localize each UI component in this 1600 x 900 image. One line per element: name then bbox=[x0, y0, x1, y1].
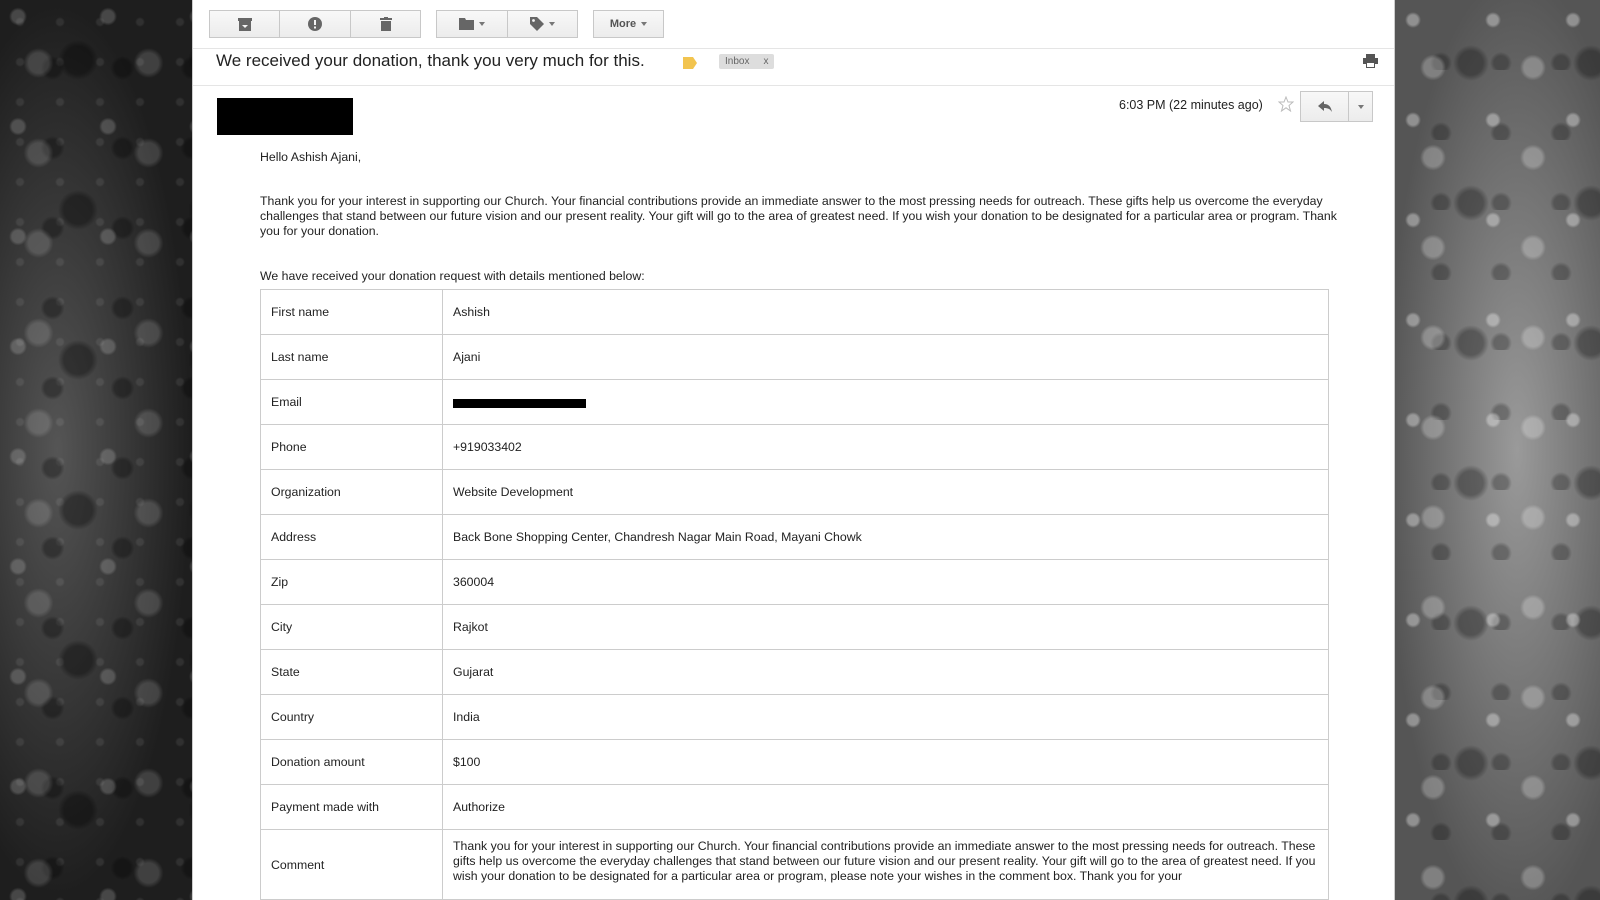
field-value: Ashish bbox=[442, 289, 1329, 335]
table-row: Last name Ajani bbox=[260, 334, 1329, 380]
field-value: 360004 bbox=[442, 559, 1329, 605]
email-redacted bbox=[453, 399, 586, 408]
field-label: State bbox=[260, 649, 443, 695]
field-value: Gujarat bbox=[442, 649, 1329, 695]
field-label: Donation amount bbox=[260, 739, 443, 785]
print-icon[interactable] bbox=[1363, 54, 1378, 68]
table-row: Donation amount $100 bbox=[260, 739, 1329, 785]
field-label: City bbox=[260, 604, 443, 650]
email-view: More We received your donation, thank yo… bbox=[192, 0, 1395, 900]
body-paragraph-1: Thank you for your interest in supportin… bbox=[260, 194, 1337, 238]
greeting: Hello Ashish Ajani, bbox=[260, 150, 362, 164]
field-value: Website Development bbox=[442, 469, 1329, 515]
message-timestamp: 6:03 PM (22 minutes ago) bbox=[1119, 98, 1263, 112]
field-label: First name bbox=[260, 289, 443, 335]
folder-icon bbox=[459, 18, 474, 30]
table-row: Address Back Bone Shopping Center, Chandr… bbox=[260, 514, 1329, 560]
field-label: Comment bbox=[260, 829, 443, 900]
email-value[interactable] bbox=[442, 379, 1329, 425]
table-row: Comment Thank you for your interest in su… bbox=[260, 829, 1329, 900]
table-row: Organization Website Development bbox=[260, 469, 1329, 515]
field-label: Email bbox=[260, 379, 443, 425]
table-row: First name Ashish bbox=[260, 289, 1329, 335]
field-value: Ajani bbox=[442, 334, 1329, 380]
field-value: Thank you for your interest in supportin… bbox=[442, 829, 1329, 900]
more-label: More bbox=[609, 18, 637, 30]
field-value: Rajkot bbox=[442, 604, 1329, 650]
star-icon[interactable] bbox=[1278, 96, 1294, 112]
field-label: Payment made with bbox=[260, 784, 443, 830]
field-value: +919033402 bbox=[442, 424, 1329, 470]
inbox-label-chip[interactable]: Inbox x bbox=[719, 54, 775, 69]
remove-label-button[interactable]: x bbox=[763, 56, 768, 67]
field-label: Organization bbox=[260, 469, 443, 515]
field-value: India bbox=[442, 694, 1329, 740]
table-row: State Gujarat bbox=[260, 649, 1329, 695]
donation-details-table: First name Ashish Last name Ajani Email Ph… bbox=[260, 289, 1329, 900]
background-right bbox=[1393, 0, 1600, 900]
reply-button[interactable] bbox=[1300, 91, 1349, 122]
chevron-down-icon bbox=[1357, 104, 1364, 109]
table-row: Phone +919033402 bbox=[260, 424, 1329, 470]
inbox-label-text: Inbox bbox=[725, 56, 750, 67]
message-subject: We received your donation, thank you ver… bbox=[216, 51, 645, 70]
table-row: Zip 360004 bbox=[260, 559, 1329, 605]
reply-icon bbox=[1317, 100, 1332, 112]
field-label: Country bbox=[260, 694, 443, 740]
more-button[interactable]: More bbox=[593, 10, 664, 38]
trash-icon bbox=[379, 17, 392, 31]
delete-button[interactable] bbox=[350, 10, 421, 38]
important-marker-icon[interactable] bbox=[683, 57, 697, 69]
report-spam-button[interactable] bbox=[279, 10, 351, 38]
field-value: $100 bbox=[442, 739, 1329, 785]
field-label: Zip bbox=[260, 559, 443, 605]
labels-button[interactable] bbox=[507, 10, 578, 38]
field-value: Back Bone Shopping Center, Chandresh Nag… bbox=[442, 514, 1329, 560]
table-row: Email bbox=[260, 379, 1329, 425]
message-more-button[interactable] bbox=[1348, 91, 1373, 122]
archive-icon bbox=[237, 17, 252, 31]
table-row: Payment made with Authorize bbox=[260, 784, 1329, 830]
field-value: Authorize bbox=[442, 784, 1329, 830]
table-row: Country India bbox=[260, 694, 1329, 740]
body-paragraph-2: We have received your donation request w… bbox=[260, 269, 645, 283]
sender-redacted bbox=[217, 98, 353, 135]
archive-button[interactable] bbox=[209, 10, 280, 38]
field-label: Address bbox=[260, 514, 443, 560]
subject-row: We received your donation, thank you ver… bbox=[193, 48, 1394, 86]
field-label: Phone bbox=[260, 424, 443, 470]
background-left bbox=[0, 0, 192, 900]
report-spam-icon bbox=[308, 17, 322, 31]
move-to-button[interactable] bbox=[436, 10, 508, 38]
label-icon bbox=[530, 17, 544, 31]
field-label: Last name bbox=[260, 334, 443, 380]
table-row: City Rajkot bbox=[260, 604, 1329, 650]
